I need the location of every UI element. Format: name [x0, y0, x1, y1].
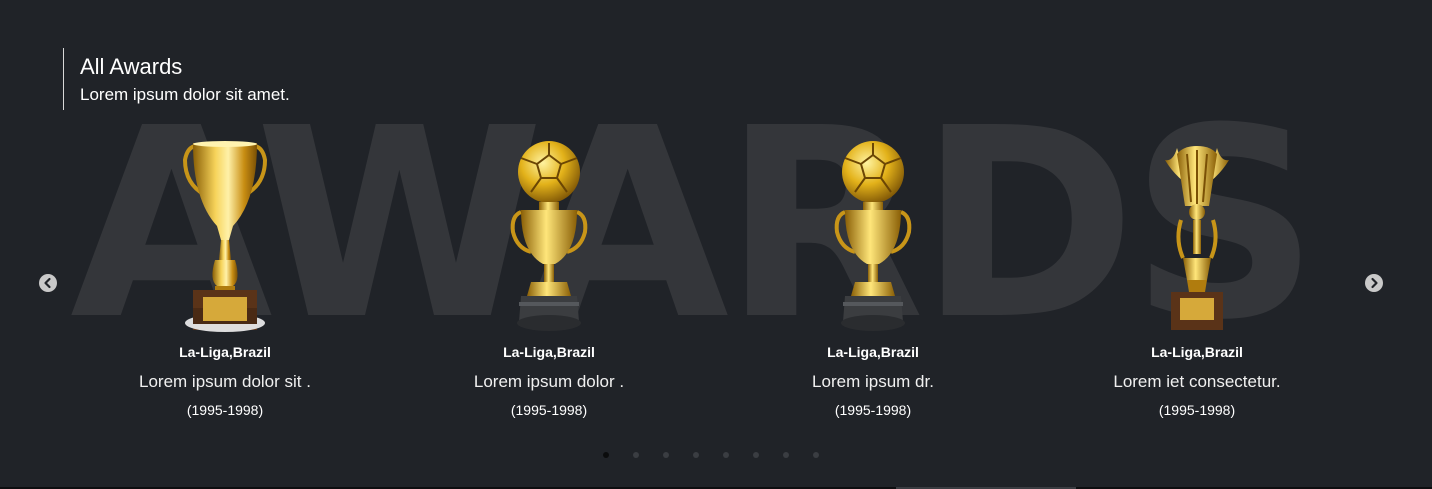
- award-league: La-Liga,Brazil: [503, 344, 595, 360]
- award-card[interactable]: La-Liga,Brazil Lorem ipsum dr. (1995-199…: [783, 140, 963, 419]
- carousel-pagination: [603, 452, 819, 458]
- carousel-dot[interactable]: [723, 452, 729, 458]
- award-league: La-Liga,Brazil: [1151, 344, 1243, 360]
- winged-trophy-icon: [1147, 140, 1247, 335]
- cup-trophy-icon: [175, 140, 275, 335]
- carousel-prev-button[interactable]: [39, 274, 57, 292]
- award-description: Lorem ipsum dolor .: [473, 372, 625, 391]
- carousel-dot[interactable]: [603, 452, 609, 458]
- carousel-dot[interactable]: [663, 452, 669, 458]
- chevron-left-icon: [44, 277, 51, 289]
- award-years: (1995-1998): [186, 402, 264, 418]
- award-league: La-Liga,Brazil: [827, 344, 919, 360]
- award-years: (1995-1998): [834, 402, 912, 418]
- section-title: All Awards: [80, 54, 183, 79]
- award-league: La-Liga,Brazil: [179, 344, 271, 360]
- carousel-dot[interactable]: [633, 452, 639, 458]
- award-card[interactable]: La-Liga,Brazil Lorem ipsum dolor sit . (…: [135, 140, 315, 419]
- awards-section: AWARDS All Awards Lorem ipsum dolor sit …: [0, 0, 1432, 487]
- award-description: Lorem ipsum dolor sit .: [139, 372, 311, 391]
- award-years: (1995-1998): [1158, 402, 1236, 418]
- ball-trophy-icon: [499, 140, 599, 335]
- carousel-dot[interactable]: [783, 452, 789, 458]
- chevron-right-icon: [1371, 277, 1378, 289]
- award-description: Lorem ipsum dr.: [812, 372, 934, 391]
- carousel-dot[interactable]: [753, 452, 759, 458]
- award-years: (1995-1998): [510, 402, 588, 418]
- carousel-dot[interactable]: [813, 452, 819, 458]
- carousel-next-button[interactable]: [1365, 274, 1383, 292]
- award-description: Lorem iet consectetur.: [1113, 372, 1281, 391]
- award-card[interactable]: La-Liga,Brazil Lorem iet consectetur. (1…: [1107, 140, 1287, 419]
- section-subtitle: Lorem ipsum dolor sit amet.: [80, 85, 290, 104]
- ball-trophy-icon: [823, 140, 923, 335]
- award-card[interactable]: La-Liga,Brazil Lorem ipsum dolor . (1995…: [459, 140, 639, 419]
- section-heading: All Awards Lorem ipsum dolor sit amet.: [63, 48, 290, 110]
- carousel-dot[interactable]: [693, 452, 699, 458]
